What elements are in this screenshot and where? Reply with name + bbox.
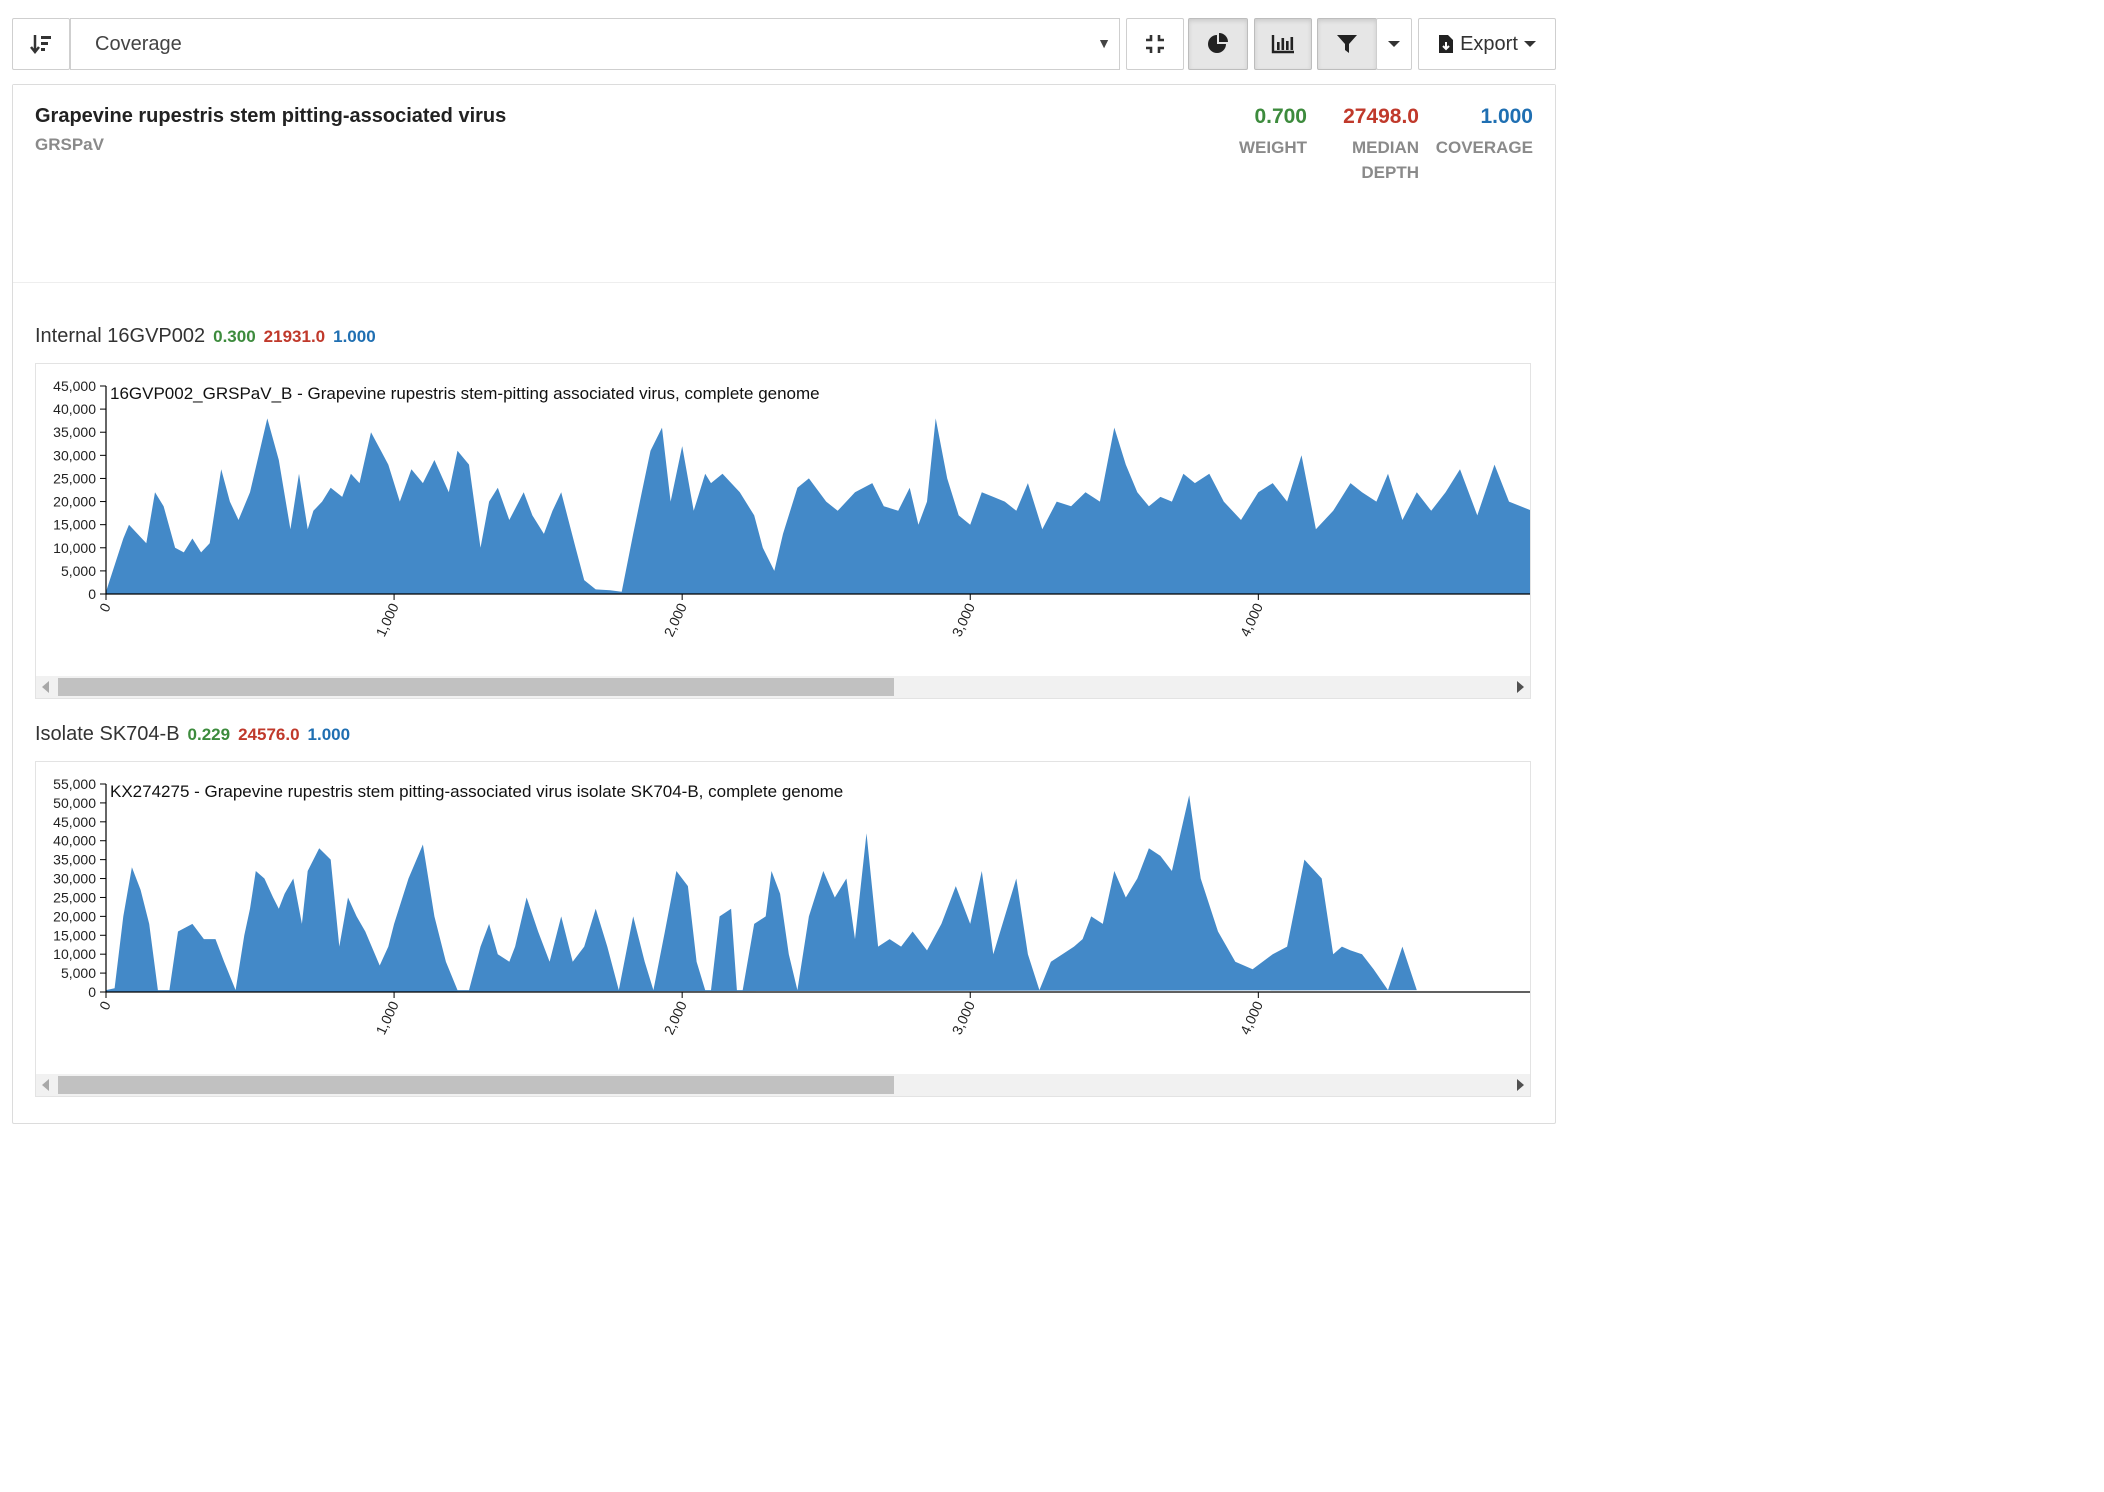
x-tick-label: 0 xyxy=(96,600,114,614)
y-tick-label: 30,000 xyxy=(53,871,96,887)
x-tick-label: 4,000 xyxy=(1237,998,1266,1037)
y-tick-label: 40,000 xyxy=(53,833,96,849)
scrollbar-thumb[interactable] xyxy=(58,678,894,696)
pie-chart-icon xyxy=(1208,33,1228,53)
chevron-down-icon: ▼ xyxy=(1097,35,1111,51)
y-tick-label: 20,000 xyxy=(53,494,96,510)
collapse-icon xyxy=(1146,35,1164,53)
coverage-area xyxy=(106,418,1530,594)
collapse-button[interactable] xyxy=(1126,18,1184,70)
coverage-area-chart: 0 5,000 10,000 15,000 20,000 25,000 30,000 35,0… xyxy=(53,378,1530,639)
x-tick-label: 2,000 xyxy=(661,600,690,639)
y-tick-label: 30,000 xyxy=(53,447,96,463)
isolate-weight: 0.229 xyxy=(187,725,231,744)
x-tick-label: 1,000 xyxy=(372,600,401,639)
export-button[interactable]: Export xyxy=(1418,18,1556,70)
isolate-name: Isolate SK704-B xyxy=(35,723,180,745)
scroll-left-icon[interactable] xyxy=(42,1079,49,1091)
bar-chart-button[interactable] xyxy=(1254,18,1312,70)
y-tick-label: 40,000 xyxy=(53,401,96,417)
isolate-header: Internal 16GVP002 0.300 21931.0 1.000 xyxy=(35,325,376,348)
isolate-median-depth: 21931.0 xyxy=(263,327,326,346)
isolate-header: Isolate SK704-B 0.229 24576.0 1.000 xyxy=(35,723,350,746)
x-tick-label: 4,000 xyxy=(1237,600,1266,639)
coverage-area-chart: 0 5,000 10,000 15,000 20,000 25,000 30,000 35,0… xyxy=(53,776,1530,1037)
coverage-value: 1.000 xyxy=(1480,105,1533,128)
y-tick-label: 20,000 xyxy=(53,908,96,924)
caret-down-icon xyxy=(1523,41,1536,47)
weight-metric: 0.700 WEIGHT xyxy=(1239,105,1307,160)
coverage-metric: 1.000 COVERAGE xyxy=(1436,105,1533,160)
isolate-coverage-chart: 0 5,000 10,000 15,000 20,000 25,000 30,000 35,0… xyxy=(35,761,1531,1097)
overview-coverage-chart xyxy=(53,193,1513,259)
horizontal-scrollbar[interactable] xyxy=(36,1074,1530,1096)
x-tick-label: 2,000 xyxy=(661,998,690,1037)
y-tick-label: 0 xyxy=(88,586,96,602)
filter-button[interactable] xyxy=(1317,18,1377,70)
isolate-coverage-chart: 0 5,000 10,000 15,000 20,000 25,000 30,000 35,0… xyxy=(35,363,1531,699)
chart-title: KX274275 - Grapevine rupestris stem pitt… xyxy=(110,782,843,801)
x-tick-label: 0 xyxy=(96,998,114,1012)
virus-name: Grapevine rupestris stem pitting-associa… xyxy=(35,105,507,127)
toolbar: Coverage ▼ Export xyxy=(12,18,1556,70)
y-tick-label: 15,000 xyxy=(53,517,96,533)
chart-title: 16GVP002_GRSPaV_B - Grapevine rupestris … xyxy=(110,384,820,403)
median-depth-value: 27498.0 xyxy=(1343,105,1419,128)
y-tick-label: 35,000 xyxy=(53,852,96,868)
virus-abbreviation: GRSPaV xyxy=(35,135,104,154)
x-tick-label: 1,000 xyxy=(372,998,401,1037)
y-tick-label: 25,000 xyxy=(53,470,96,486)
y-tick-label: 5,000 xyxy=(61,563,96,579)
sort-select[interactable]: Coverage ▼ xyxy=(70,18,1120,70)
y-tick-label: 10,000 xyxy=(53,540,96,556)
x-tick-label: 3,000 xyxy=(949,998,978,1037)
filter-dropdown-button[interactable] xyxy=(1376,18,1412,70)
pie-chart-button[interactable] xyxy=(1188,18,1248,70)
filter-icon xyxy=(1337,35,1357,53)
y-tick-label: 45,000 xyxy=(53,378,96,394)
y-tick-label: 45,000 xyxy=(53,814,96,830)
virus-summary[interactable]: Grapevine rupestris stem pitting-associa… xyxy=(13,85,1555,283)
export-label: Export xyxy=(1460,32,1518,55)
isolate-median-depth: 24576.0 xyxy=(238,725,300,744)
scroll-left-icon[interactable] xyxy=(42,681,49,693)
caret-down-icon xyxy=(1388,41,1400,47)
median-depth-label: MEDIAN DEPTH xyxy=(1351,138,1419,182)
y-tick-label: 55,000 xyxy=(53,776,96,792)
scroll-right-icon[interactable] xyxy=(1517,681,1524,693)
weight-value: 0.700 xyxy=(1254,105,1307,128)
coverage-label: COVERAGE xyxy=(1435,138,1533,157)
sort-button[interactable] xyxy=(12,18,70,70)
y-tick-label: 50,000 xyxy=(53,795,96,811)
y-tick-label: 0 xyxy=(88,984,96,1000)
scrollbar-thumb[interactable] xyxy=(58,1076,894,1094)
sort-select-value: Coverage xyxy=(95,32,182,55)
sort-descending-icon xyxy=(30,35,51,55)
median-depth-metric: 27498.0 MEDIAN DEPTH xyxy=(1339,105,1419,185)
y-tick-label: 5,000 xyxy=(61,965,96,981)
isolate-weight: 0.300 xyxy=(213,327,256,346)
x-tick-label: 3,000 xyxy=(949,600,978,639)
y-tick-label: 25,000 xyxy=(53,889,96,905)
y-tick-label: 35,000 xyxy=(53,424,96,440)
y-tick-label: 10,000 xyxy=(53,946,96,962)
virus-panel: Grapevine rupestris stem pitting-associa… xyxy=(12,84,1556,1124)
isolate-coverage: 1.000 xyxy=(333,327,376,346)
isolate-coverage: 1.000 xyxy=(307,725,351,744)
isolate-name: Internal 16GVP002 xyxy=(35,325,206,347)
coverage-area xyxy=(106,795,1417,992)
file-export-icon xyxy=(1439,35,1454,53)
horizontal-scrollbar[interactable] xyxy=(36,676,1530,698)
weight-label: WEIGHT xyxy=(1239,138,1307,157)
scroll-right-icon[interactable] xyxy=(1517,1079,1524,1091)
y-tick-label: 15,000 xyxy=(53,927,96,943)
bar-chart-icon xyxy=(1271,35,1294,54)
